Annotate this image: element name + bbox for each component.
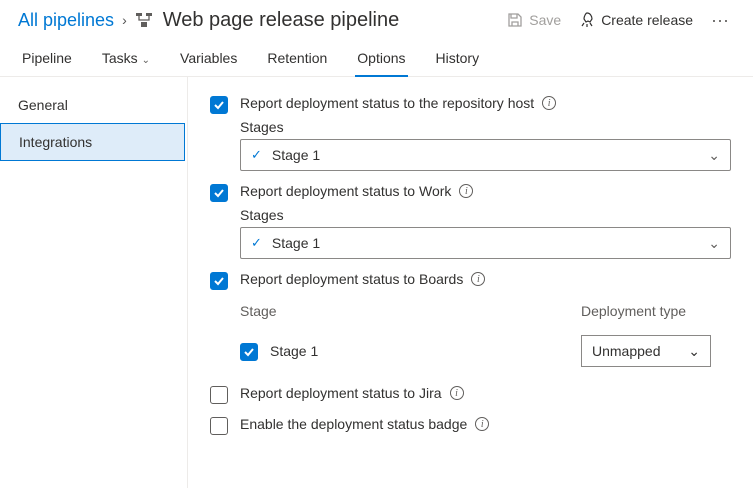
tab-options[interactable]: Options bbox=[355, 44, 407, 76]
side-item-general[interactable]: General bbox=[0, 87, 187, 123]
save-button[interactable]: Save bbox=[501, 8, 567, 32]
pipeline-icon bbox=[135, 11, 153, 29]
checkbox-jira[interactable] bbox=[210, 386, 228, 404]
top-bar: All pipelines › Web page release pipelin… bbox=[0, 0, 753, 38]
option-label: Report deployment status to Jira bbox=[240, 385, 442, 401]
tab-variables[interactable]: Variables bbox=[178, 44, 239, 76]
option-label: Report deployment status to Boards bbox=[240, 271, 463, 287]
check-icon: ✓ bbox=[251, 235, 262, 251]
checkbox-repo-host[interactable] bbox=[210, 96, 228, 114]
info-icon[interactable]: i bbox=[471, 272, 485, 286]
option-boards: Report deployment status to Boards i Sta… bbox=[210, 271, 731, 367]
tab-bar: Pipeline Tasks⌄ Variables Retention Opti… bbox=[0, 38, 753, 77]
option-jira: Report deployment status to Jira i bbox=[210, 385, 731, 404]
checkbox-boards-stage[interactable] bbox=[240, 343, 258, 361]
breadcrumb-root[interactable]: All pipelines bbox=[18, 10, 114, 31]
options-panel: Report deployment status to the reposito… bbox=[188, 77, 753, 488]
save-icon bbox=[507, 12, 523, 28]
check-icon: ✓ bbox=[251, 147, 262, 163]
side-nav: General Integrations bbox=[0, 77, 188, 488]
chevron-right-icon: › bbox=[122, 12, 127, 28]
stages-label: Stages bbox=[240, 119, 731, 135]
chevron-down-icon: ⌄ bbox=[708, 147, 720, 164]
info-icon[interactable]: i bbox=[475, 417, 489, 431]
chevron-down-icon: ⌄ bbox=[708, 235, 720, 252]
info-icon[interactable]: i bbox=[450, 386, 464, 400]
column-deployment-type: Deployment type bbox=[581, 303, 731, 319]
option-label: Report deployment status to the reposito… bbox=[240, 95, 534, 111]
checkbox-boards[interactable] bbox=[210, 272, 228, 290]
tab-tasks[interactable]: Tasks⌄ bbox=[100, 44, 152, 76]
option-repo-host: Report deployment status to the reposito… bbox=[210, 95, 731, 171]
column-stage: Stage bbox=[240, 303, 581, 319]
tab-pipeline[interactable]: Pipeline bbox=[20, 44, 74, 76]
checkbox-work[interactable] bbox=[210, 184, 228, 202]
pipeline-title: Web page release pipeline bbox=[163, 9, 399, 32]
chevron-down-icon: ⌄ bbox=[688, 343, 700, 360]
side-item-integrations[interactable]: Integrations bbox=[0, 123, 185, 161]
deployment-type-dropdown[interactable]: Unmapped ⌄ bbox=[581, 335, 711, 367]
boards-stage-row: Stage 1 Unmapped ⌄ bbox=[240, 335, 731, 367]
tab-retention[interactable]: Retention bbox=[265, 44, 329, 76]
stage-name: Stage 1 bbox=[270, 343, 318, 359]
option-work: Report deployment status to Work i Stage… bbox=[210, 183, 731, 259]
option-badge: Enable the deployment status badge i bbox=[210, 416, 731, 435]
more-actions-button[interactable]: ··· bbox=[705, 10, 735, 31]
stages-dropdown-repo-host[interactable]: ✓ Stage 1 ⌄ bbox=[240, 139, 731, 171]
stages-dropdown-work[interactable]: ✓ Stage 1 ⌄ bbox=[240, 227, 731, 259]
stages-label: Stages bbox=[240, 207, 731, 223]
rocket-icon bbox=[579, 12, 595, 28]
info-icon[interactable]: i bbox=[459, 184, 473, 198]
chevron-down-icon: ⌄ bbox=[142, 55, 150, 66]
checkbox-badge[interactable] bbox=[210, 417, 228, 435]
info-icon[interactable]: i bbox=[542, 96, 556, 110]
tab-history[interactable]: History bbox=[434, 44, 482, 76]
create-release-button[interactable]: Create release bbox=[573, 8, 699, 32]
option-label: Enable the deployment status badge bbox=[240, 416, 467, 432]
option-label: Report deployment status to Work bbox=[240, 183, 451, 199]
